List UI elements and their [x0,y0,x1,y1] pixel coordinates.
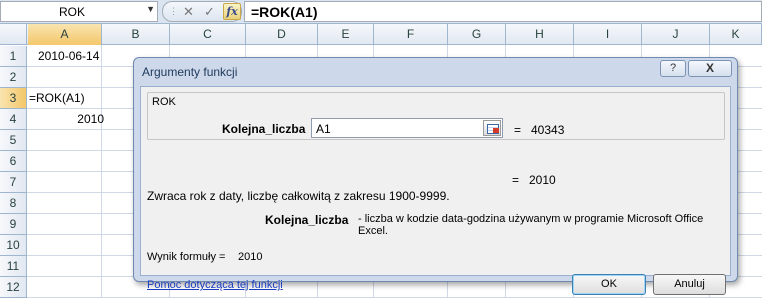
argument-description-text: - liczba w kodzie data-godzina używanym … [358,213,704,237]
column-header-e[interactable]: E [318,24,374,45]
close-icon[interactable]: X [688,60,732,77]
row-header-10[interactable]: 10 [0,235,27,256]
formula-input[interactable]: =ROK(A1) [244,1,762,22]
argument-result: 40343 [531,123,565,137]
help-link[interactable]: Pomoc dotycząca tej funkcji [147,279,283,291]
formula-result-label: Wynik formuły = [147,251,226,263]
select-all-corner[interactable] [0,24,27,45]
argument-input-value: A1 [316,122,331,136]
name-box[interactable]: ROK ▼ [0,1,158,22]
chevron-down-icon[interactable]: ▼ [146,4,155,14]
column-header-a[interactable]: A [28,24,102,45]
function-description: Zwraca rok z daty, liczbę całkowitą z za… [147,189,450,203]
row-header-9[interactable]: 9 [0,214,27,235]
grip-icon: ⋮ [169,6,178,16]
argument-description-name: Kolejna_liczba [265,213,349,227]
ok-button[interactable]: OK [572,274,646,295]
insert-function-icon[interactable]: fx [223,3,241,20]
function-arguments-dialog: Argumenty funkcji ? X ROK Kolejna_liczba… [133,57,738,295]
row-header-8[interactable]: 8 [0,193,27,214]
row-header-11[interactable]: 11 [0,256,27,277]
row-header-2[interactable]: 2 [0,67,27,88]
column-header-h[interactable]: H [506,24,574,45]
column-header-b[interactable]: B [102,24,170,45]
column-header-c[interactable]: C [170,24,246,45]
row-header-4[interactable]: 4 [0,109,27,130]
cell-a4[interactable]: 2010 [30,109,104,129]
cell-a3[interactable]: =ROK(A1) [29,88,85,108]
column-header-f[interactable]: F [374,24,448,45]
row-header-7[interactable]: 7 [0,172,27,193]
column-header-g[interactable]: G [448,24,506,45]
argument-label: Kolejna_liczba [222,122,306,136]
help-icon[interactable]: ? [660,60,686,77]
row-header-6[interactable]: 6 [0,151,27,172]
row-header-5[interactable]: 5 [0,130,27,151]
formula-result-value: 2010 [238,251,263,263]
formula-bar-buttons: ⋮ ✕ ✓ fx [162,1,242,22]
dialog-body: ROK Kolejna_liczba A1 = 40343 = 2010 Zwr… [140,86,731,295]
column-header-j[interactable]: J [642,24,710,45]
formula-bar: ROK ▼ ⋮ ✕ ✓ fx =ROK(A1) [0,0,762,24]
function-result: 2010 [529,173,556,187]
cancel-button[interactable]: Anuluj [653,274,726,295]
argument-input[interactable]: A1 [311,118,503,138]
column-header-d[interactable]: D [246,24,318,45]
row-header-12[interactable]: 12 [0,277,27,298]
column-header-i[interactable]: I [574,24,642,45]
function-group: ROK Kolejna_liczba A1 = 40343 [147,92,725,140]
cancel-icon[interactable]: ✕ [183,4,194,20]
column-header-k[interactable]: K [710,24,762,45]
row-header-1[interactable]: 1 [0,46,27,67]
column-headers: A B C D E F G H I J K [0,24,762,45]
cell-a1[interactable]: 2010-06-14 [38,46,99,66]
enter-icon[interactable]: ✓ [204,4,215,20]
gridline [101,45,102,298]
formula-text: =ROK(A1) [251,4,318,20]
function-name: ROK [152,96,176,108]
name-box-value: ROK [59,5,86,19]
function-equals: = [512,173,520,187]
dialog-title: Argumenty funkcji [142,65,238,79]
row-header-3[interactable]: 3 [0,88,27,109]
argument-equals: = [514,123,522,137]
collapse-dialog-icon[interactable] [483,120,501,136]
